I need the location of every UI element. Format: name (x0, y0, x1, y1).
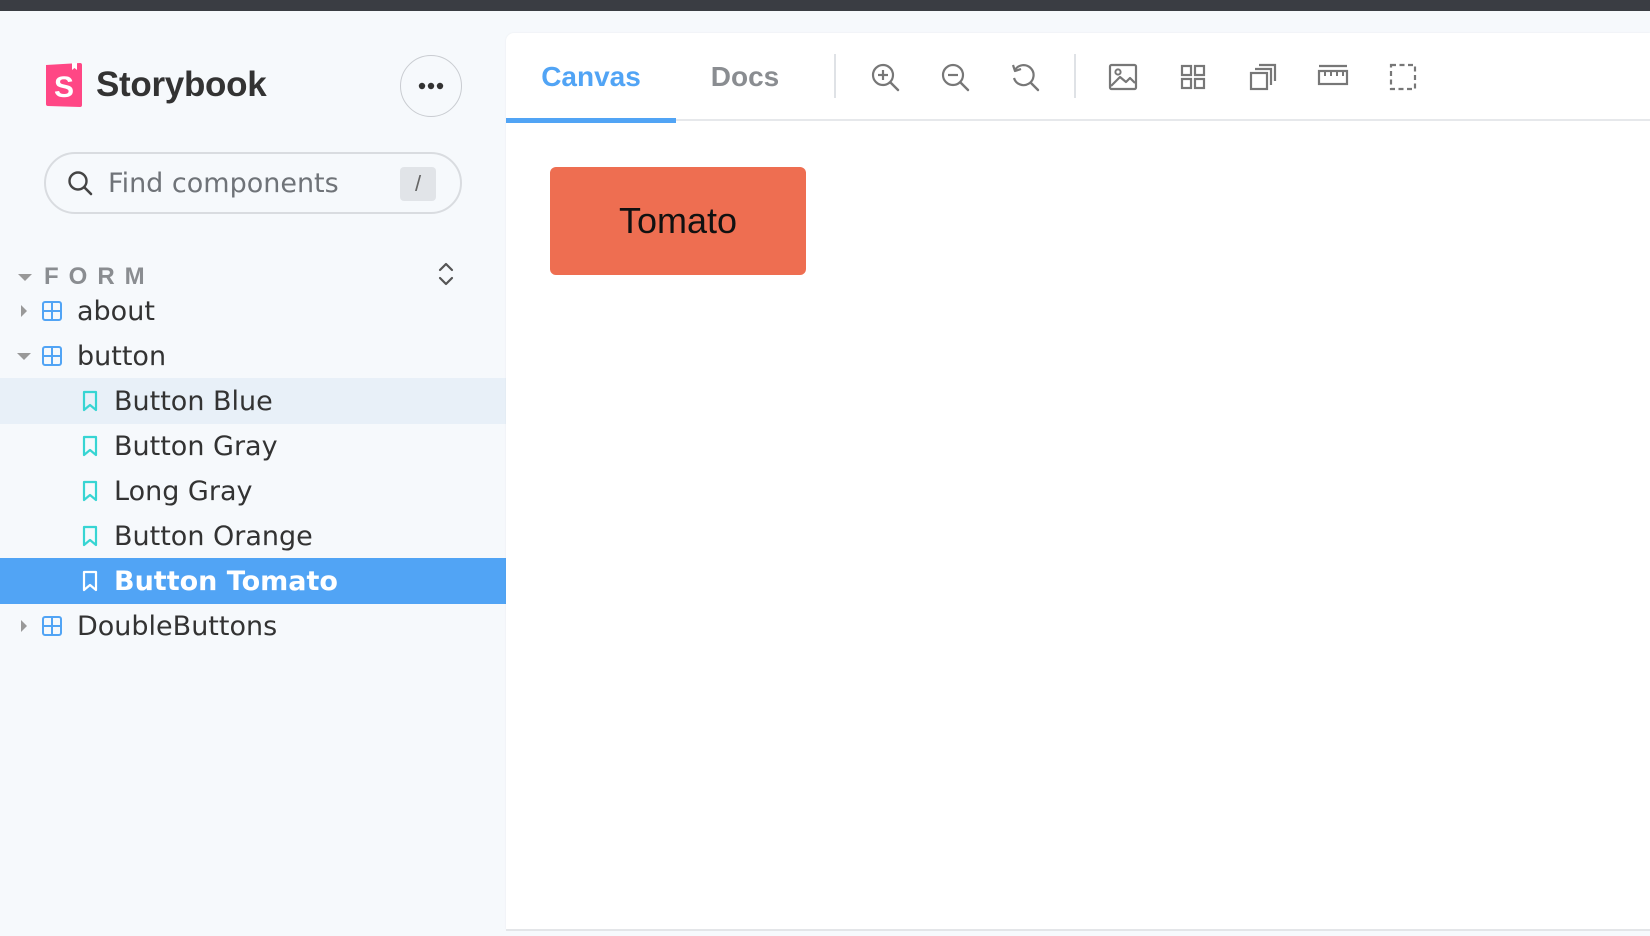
component-icon (42, 301, 62, 321)
search-shortcut-key: / (400, 167, 436, 201)
storybook-brand[interactable]: S Storybook (44, 61, 267, 109)
toolbar: Canvas Docs (506, 33, 1650, 123)
search-icon (68, 171, 93, 196)
component-item-button[interactable]: button (0, 333, 506, 379)
measure-button[interactable] (1298, 33, 1368, 121)
chevron-down-icon (18, 273, 32, 281)
bookmark-icon (82, 570, 98, 592)
bookmark-icon (82, 525, 98, 547)
svg-text:S: S (54, 71, 74, 104)
story-label: Button Tomato (114, 565, 338, 597)
main-panel: Canvas Docs Tomato (506, 33, 1650, 929)
grid-icon (1180, 64, 1206, 90)
story-label: Button Orange (114, 520, 313, 552)
more-options-button[interactable] (400, 55, 462, 117)
sidebar: S Storybook Find components / FORM about… (0, 11, 506, 936)
story-label: Button Gray (114, 430, 278, 462)
tab-docs[interactable]: Docs (676, 33, 814, 121)
search-box[interactable]: Find components / (44, 152, 462, 214)
story-item-button-orange[interactable]: Button Orange (0, 513, 506, 559)
component-label: button (77, 340, 167, 372)
chevron-right-icon (12, 603, 36, 649)
storybook-logo-icon: S (46, 63, 82, 107)
zoom-in-button[interactable] (850, 33, 920, 121)
story-label: Long Gray (114, 475, 253, 507)
story-item-button-tomato[interactable]: Button Tomato (0, 558, 506, 604)
viewport-icon (1249, 63, 1277, 91)
zoom-in-icon (871, 63, 900, 92)
component-label: DoubleButtons (77, 610, 278, 642)
story-item-button-blue[interactable]: Button Blue (0, 378, 506, 424)
measure-icon (1317, 64, 1349, 86)
chevron-right-icon (12, 288, 36, 334)
story-label: Button Blue (114, 385, 273, 417)
toolbar-divider (834, 54, 836, 98)
brand-name: Storybook (96, 65, 267, 104)
ellipsis-icon (418, 82, 444, 90)
grid-button[interactable] (1158, 33, 1228, 121)
chevron-down-icon (12, 333, 36, 379)
story-item-button-gray[interactable]: Button Gray (0, 423, 506, 469)
zoom-out-icon (941, 63, 970, 92)
story-item-long-gray[interactable]: Long Gray (0, 468, 506, 514)
tomato-button[interactable]: Tomato (550, 167, 806, 275)
background-button[interactable] (1088, 33, 1158, 121)
background-icon (1108, 63, 1138, 91)
preview-canvas: Tomato (506, 123, 1650, 929)
bookmark-icon (82, 390, 98, 412)
tab-canvas[interactable]: Canvas (506, 33, 676, 123)
outline-button[interactable] (1368, 33, 1438, 121)
zoom-reset-button[interactable] (990, 33, 1060, 121)
viewport-button[interactable] (1228, 33, 1298, 121)
search-input[interactable]: Find components (108, 168, 339, 199)
panel-bottom-border (506, 929, 1650, 931)
component-label: about (77, 295, 155, 327)
outline-icon (1389, 63, 1417, 91)
bookmark-icon (82, 480, 98, 502)
component-icon (42, 616, 62, 636)
toolbar-divider (1074, 54, 1076, 98)
window-top-bar (0, 0, 1650, 11)
zoom-out-button[interactable] (920, 33, 990, 121)
zoom-reset-icon (1011, 64, 1040, 92)
bookmark-icon (82, 435, 98, 457)
component-icon (42, 346, 62, 366)
component-item-doublebuttons[interactable]: DoubleButtons (0, 603, 506, 649)
component-item-about[interactable]: about (0, 288, 506, 334)
expand-collapse-icon[interactable] (434, 259, 458, 289)
section-title: FORM (44, 263, 155, 290)
